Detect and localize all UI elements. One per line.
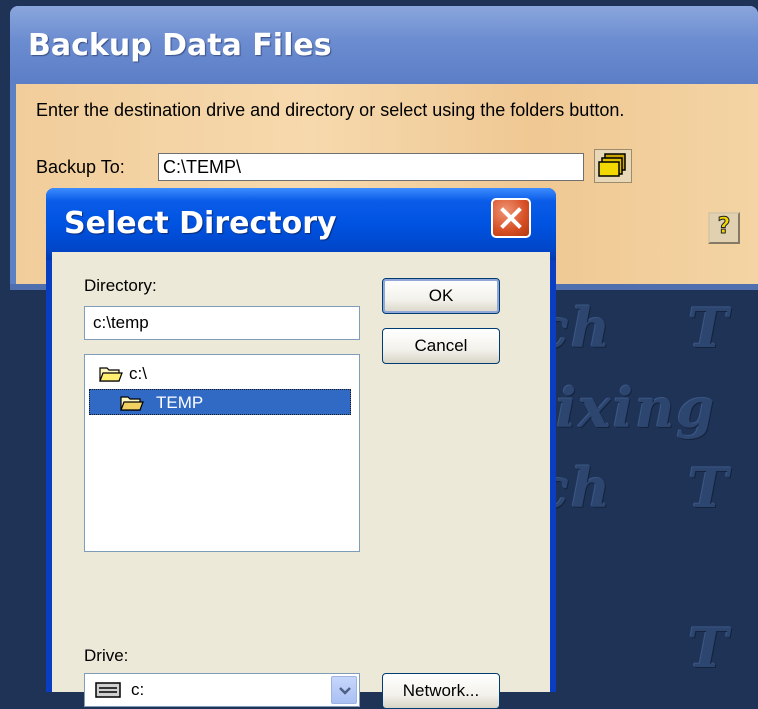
open-folder-icon bbox=[120, 396, 144, 411]
backup-window-title-bar: Backup Data Files bbox=[10, 6, 758, 84]
drive-label: Drive: bbox=[84, 646, 129, 665]
network-button[interactable]: Network... bbox=[382, 673, 500, 709]
directory-list[interactable]: c:\ TEMP bbox=[84, 354, 360, 552]
drive-icon bbox=[95, 682, 121, 698]
dialog-title: Select Directory bbox=[64, 206, 337, 241]
drive-value: c: bbox=[131, 680, 145, 699]
list-item[interactable]: TEMP bbox=[89, 389, 351, 415]
watermark-word: T bbox=[688, 296, 731, 360]
backup-to-input[interactable]: C:\TEMP\ bbox=[158, 153, 584, 181]
dialog-title-bar[interactable]: Select Directory bbox=[46, 188, 556, 260]
backup-window-title: Backup Data Files bbox=[28, 28, 332, 63]
watermark-word: ixing bbox=[556, 376, 717, 440]
watermark-word: T bbox=[688, 616, 731, 680]
cancel-button[interactable]: Cancel bbox=[382, 328, 500, 364]
directory-label: Directory: bbox=[84, 276, 157, 295]
select-directory-dialog: Select Directory Directory: c:\temp c:\ bbox=[46, 188, 556, 709]
drive-select[interactable]: c: bbox=[84, 673, 360, 707]
watermark-word: T bbox=[688, 456, 731, 520]
directory-input[interactable]: c:\temp bbox=[84, 306, 360, 340]
help-button[interactable]: ? bbox=[708, 212, 740, 244]
instruction-text: Enter the destination drive and director… bbox=[36, 100, 625, 120]
folder-name: TEMP bbox=[156, 393, 204, 412]
list-item[interactable]: c:\ bbox=[95, 361, 147, 387]
help-icon: ? bbox=[717, 214, 731, 240]
open-folder-icon bbox=[99, 367, 123, 382]
chevron-down-icon bbox=[339, 687, 351, 695]
dialog-client-area: Directory: c:\temp c:\ TEMP OK Cancel Dr… bbox=[52, 252, 550, 709]
folder-name: c:\ bbox=[129, 364, 147, 383]
folders-button[interactable] bbox=[594, 149, 632, 183]
backup-to-label: Backup To: bbox=[36, 157, 125, 177]
ok-button[interactable]: OK bbox=[382, 278, 500, 314]
drive-dropdown-button[interactable] bbox=[331, 676, 357, 704]
folders-icon bbox=[598, 153, 626, 177]
close-button[interactable] bbox=[491, 198, 531, 238]
close-icon bbox=[500, 207, 522, 229]
